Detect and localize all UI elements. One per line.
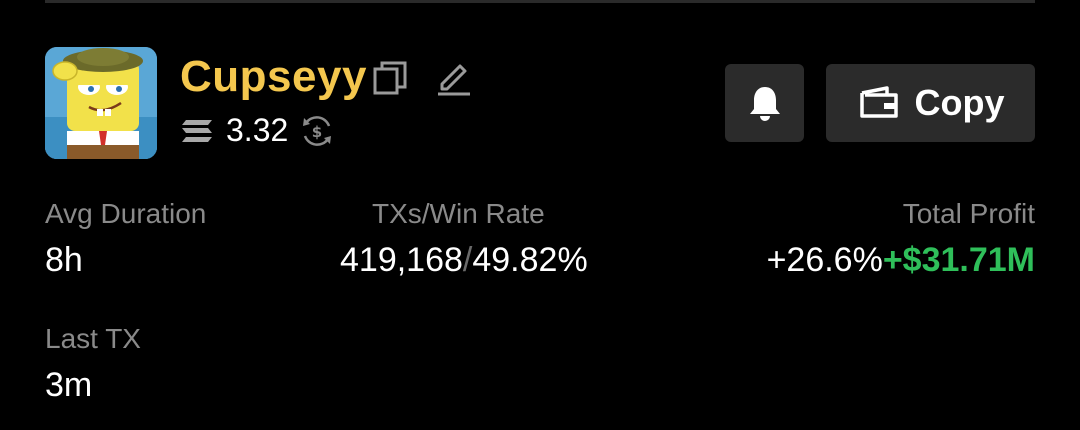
txs-win-rate-value: 419,168/49.82% bbox=[340, 241, 588, 280]
edit-icon[interactable] bbox=[434, 58, 472, 96]
profile-name: Cupseyy bbox=[180, 52, 367, 101]
top-divider bbox=[45, 0, 1035, 3]
currency-switch-icon[interactable]: $ bbox=[300, 114, 334, 148]
avg-duration-value: 8h bbox=[45, 241, 83, 279]
bell-icon bbox=[749, 87, 780, 121]
balance-value: 3.32 bbox=[226, 112, 289, 148]
avatar[interactable] bbox=[45, 47, 157, 159]
profit-usd: +$31.71M bbox=[882, 241, 1035, 279]
total-profit-value: +26.6%+$31.71M bbox=[767, 241, 1035, 280]
profit-percent: +26.6% bbox=[766, 241, 883, 279]
balance-row: 3.32 $ bbox=[180, 112, 334, 149]
last-tx-value: 3m bbox=[45, 366, 93, 404]
total-profit-label: Total Profit bbox=[902, 198, 1035, 229]
txs-count: 419,168 bbox=[340, 241, 463, 279]
win-rate: 49.82% bbox=[472, 241, 588, 279]
svg-text:$: $ bbox=[312, 123, 322, 141]
avg-duration-label: Avg Duration bbox=[45, 198, 207, 229]
notification-button[interactable] bbox=[725, 64, 804, 142]
solana-icon bbox=[182, 119, 212, 142]
txs-separator: / bbox=[462, 241, 473, 279]
last-tx-label: Last TX bbox=[45, 323, 141, 354]
txs-win-rate-label: TXs/Win Rate bbox=[372, 198, 545, 229]
copy-label: Copy bbox=[914, 82, 1005, 123]
copy-trade-button[interactable]: Copy bbox=[826, 64, 1035, 142]
wallet-icon bbox=[859, 86, 898, 118]
copy-address-icon[interactable] bbox=[372, 60, 408, 96]
